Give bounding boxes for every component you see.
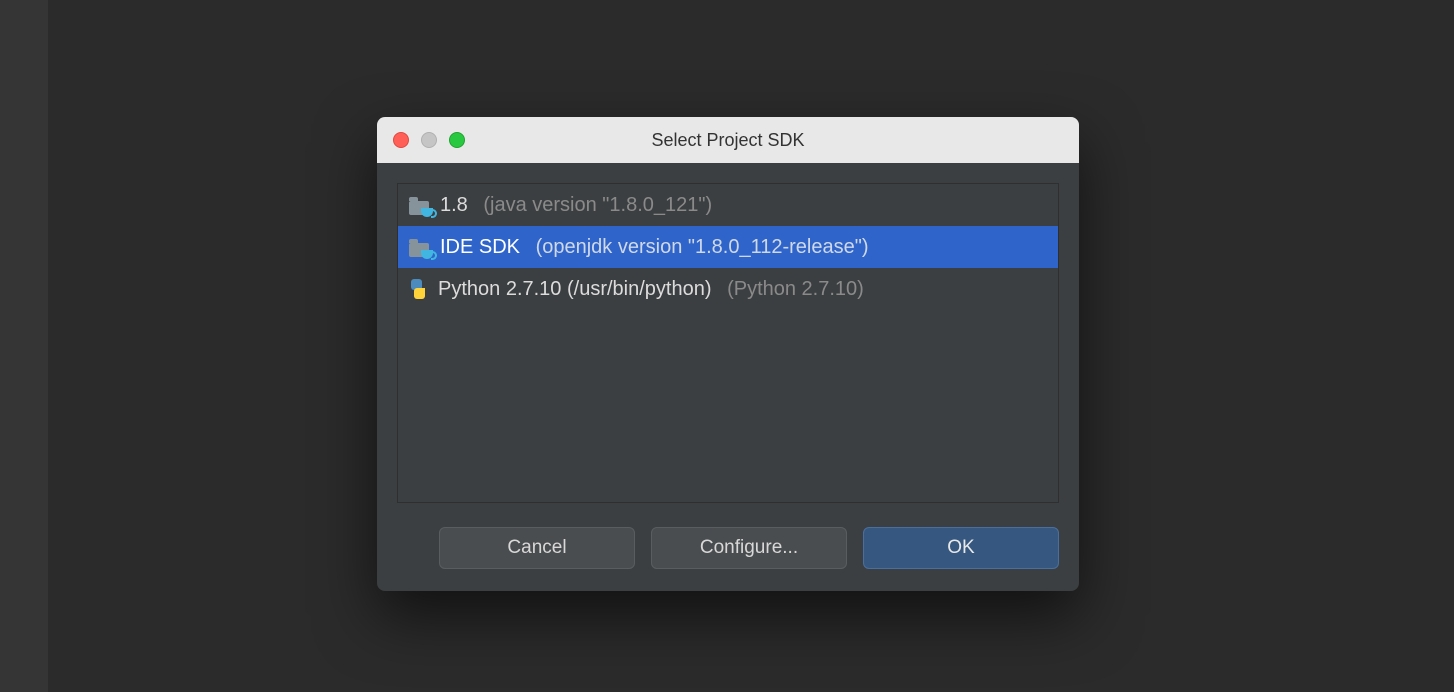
window-controls bbox=[377, 132, 465, 148]
minimize-icon bbox=[421, 132, 437, 148]
java-folder-icon bbox=[408, 237, 430, 257]
sdk-item[interactable]: 1.8 (java version "1.8.0_121") bbox=[398, 184, 1058, 226]
configure-button[interactable]: Configure... bbox=[651, 527, 847, 569]
editor-left-strip bbox=[0, 0, 48, 692]
dialog-buttons: Cancel Configure... OK bbox=[397, 527, 1059, 569]
sdk-item-detail: (Python 2.7.10) bbox=[727, 278, 864, 301]
python-icon bbox=[408, 279, 428, 299]
ok-button[interactable]: OK bbox=[863, 527, 1059, 569]
sdk-item[interactable]: Python 2.7.10 (/usr/bin/python) (Python … bbox=[398, 268, 1058, 310]
cancel-button[interactable]: Cancel bbox=[439, 527, 635, 569]
dialog-title: Select Project SDK bbox=[377, 130, 1079, 151]
sdk-item[interactable]: IDE SDK (openjdk version "1.8.0_112-rele… bbox=[398, 226, 1058, 268]
java-folder-icon bbox=[408, 195, 430, 215]
sdk-item-name: 1.8 bbox=[440, 194, 473, 217]
select-sdk-dialog: Select Project SDK 1.8 (java version "1.… bbox=[377, 117, 1079, 591]
close-icon[interactable] bbox=[393, 132, 409, 148]
sdk-item-name: IDE SDK bbox=[440, 236, 526, 259]
dialog-body: 1.8 (java version "1.8.0_121")IDE SDK (o… bbox=[377, 163, 1079, 591]
zoom-icon[interactable] bbox=[449, 132, 465, 148]
dialog-titlebar[interactable]: Select Project SDK bbox=[377, 117, 1079, 163]
sdk-item-detail: (openjdk version "1.8.0_112-release") bbox=[536, 236, 869, 259]
sdk-item-name: Python 2.7.10 (/usr/bin/python) bbox=[438, 278, 717, 301]
sdk-item-detail: (java version "1.8.0_121") bbox=[483, 194, 712, 217]
sdk-list[interactable]: 1.8 (java version "1.8.0_121")IDE SDK (o… bbox=[397, 183, 1059, 503]
